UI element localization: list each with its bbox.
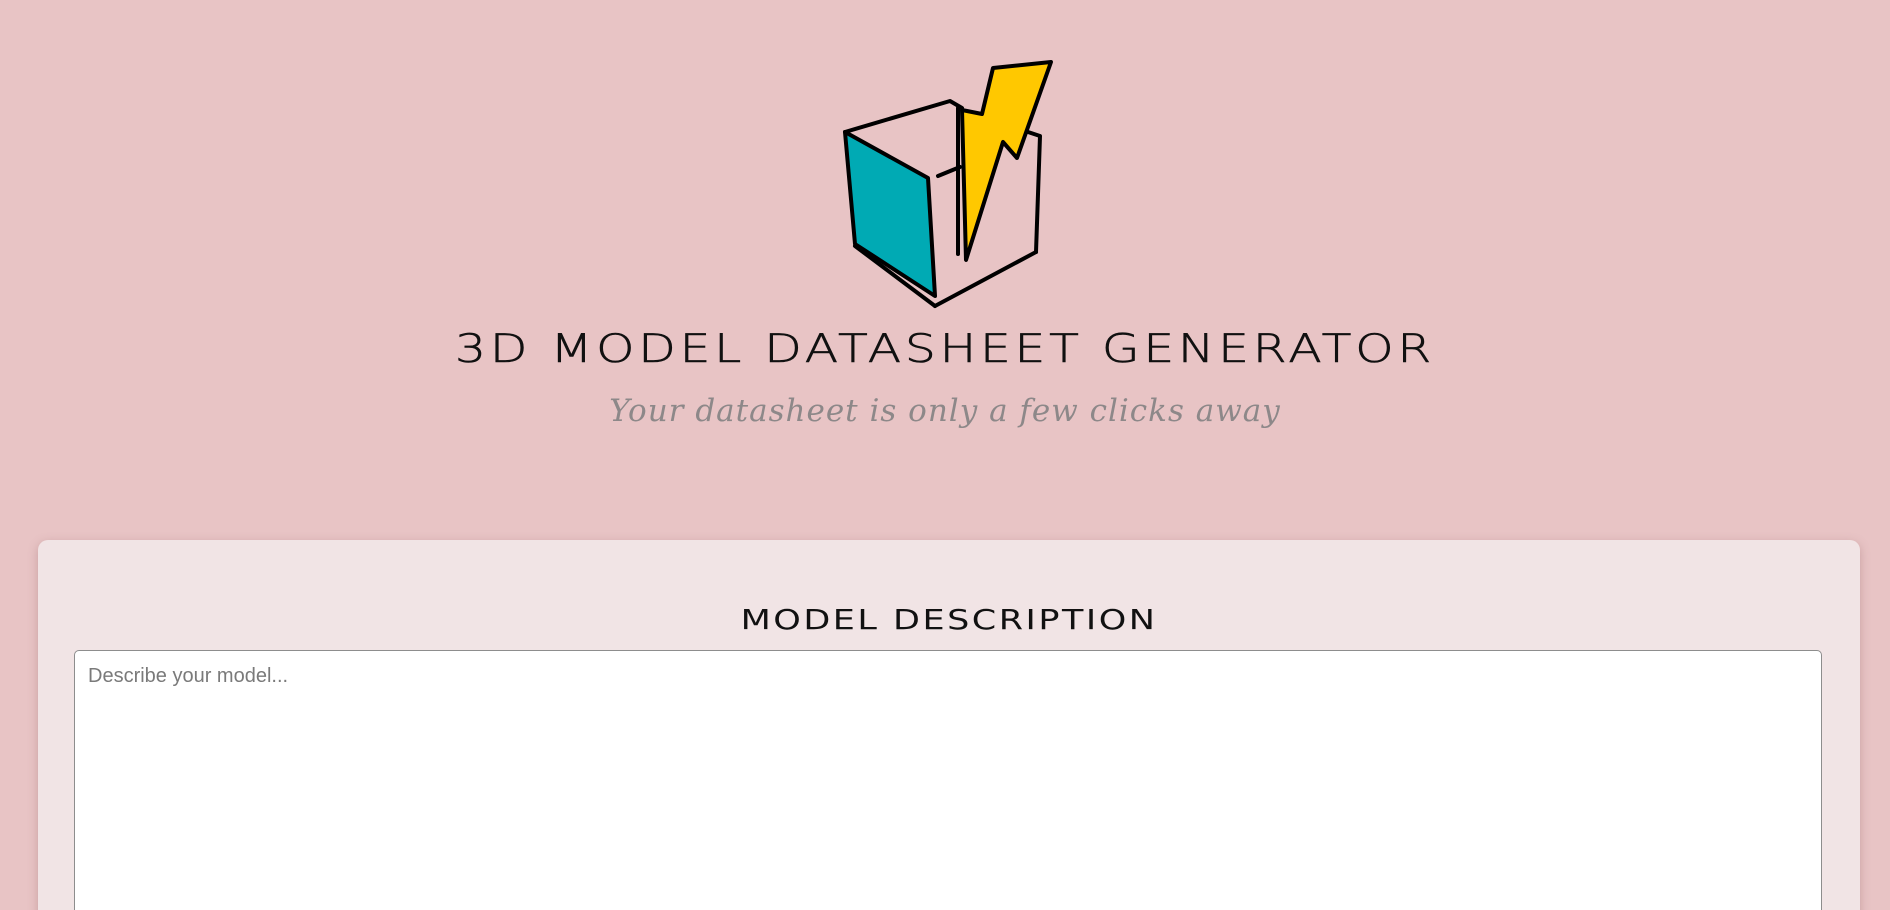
model-description-input[interactable]: [74, 650, 1822, 910]
form-card: MODEL DESCRIPTION: [38, 540, 1860, 910]
box-lightning-logo-icon: [835, 55, 1060, 315]
page: 3D MODEL DATASHEET GENERATOR Your datash…: [0, 0, 1890, 910]
page-subtitle: Your datasheet is only a few clicks away: [609, 393, 1281, 429]
model-description-label: MODEL DESCRIPTION: [740, 603, 1158, 636]
page-title: 3D MODEL DATASHEET GENERATOR: [455, 327, 1435, 372]
